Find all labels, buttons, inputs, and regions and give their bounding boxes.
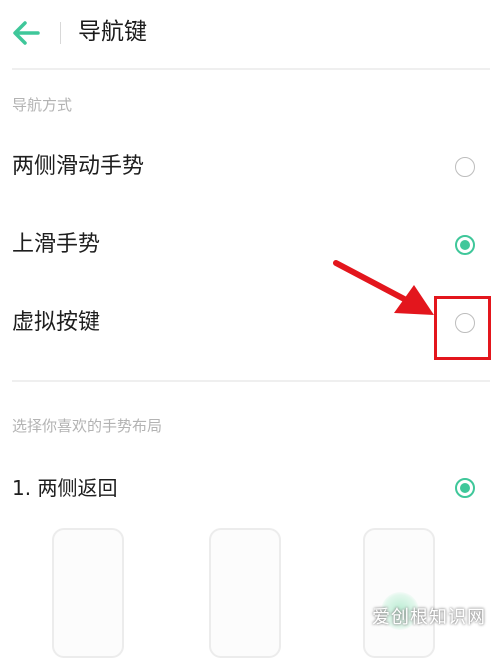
option-both-sides-back[interactable]: 1. 两侧返回 [0, 453, 500, 523]
section-label-gesture-layout: 选择你喜欢的手势布局 [12, 417, 163, 435]
divider [12, 68, 490, 70]
option-label: 两侧滑动手势 [12, 154, 145, 179]
radio-button-selected[interactable] [455, 478, 475, 498]
back-button[interactable] [10, 18, 42, 48]
gesture-layout-preview[interactable] [209, 528, 281, 658]
top-bar: 导航键 [0, 0, 500, 64]
page-title: 导航键 [78, 19, 147, 45]
arrow-left-icon [13, 21, 40, 45]
annotation-arrow-icon [333, 260, 434, 315]
radio-button-selected[interactable] [455, 235, 475, 255]
section-label-navigation-mode: 导航方式 [12, 96, 73, 114]
watermark: 爱创根知识网 [372, 607, 486, 628]
gesture-layout-preview[interactable] [52, 528, 124, 658]
gesture-layout-preview[interactable] [363, 528, 435, 658]
header-divider [60, 22, 61, 44]
radio-button[interactable] [455, 157, 475, 177]
option-side-swipe-gesture[interactable]: 两侧滑动手势 [0, 132, 500, 202]
divider [12, 380, 490, 382]
annotation-highlight-box [434, 296, 491, 360]
option-label: 上滑手势 [12, 232, 101, 257]
option-label: 1. 两侧返回 [12, 476, 118, 500]
option-label: 虚拟按键 [12, 310, 101, 335]
